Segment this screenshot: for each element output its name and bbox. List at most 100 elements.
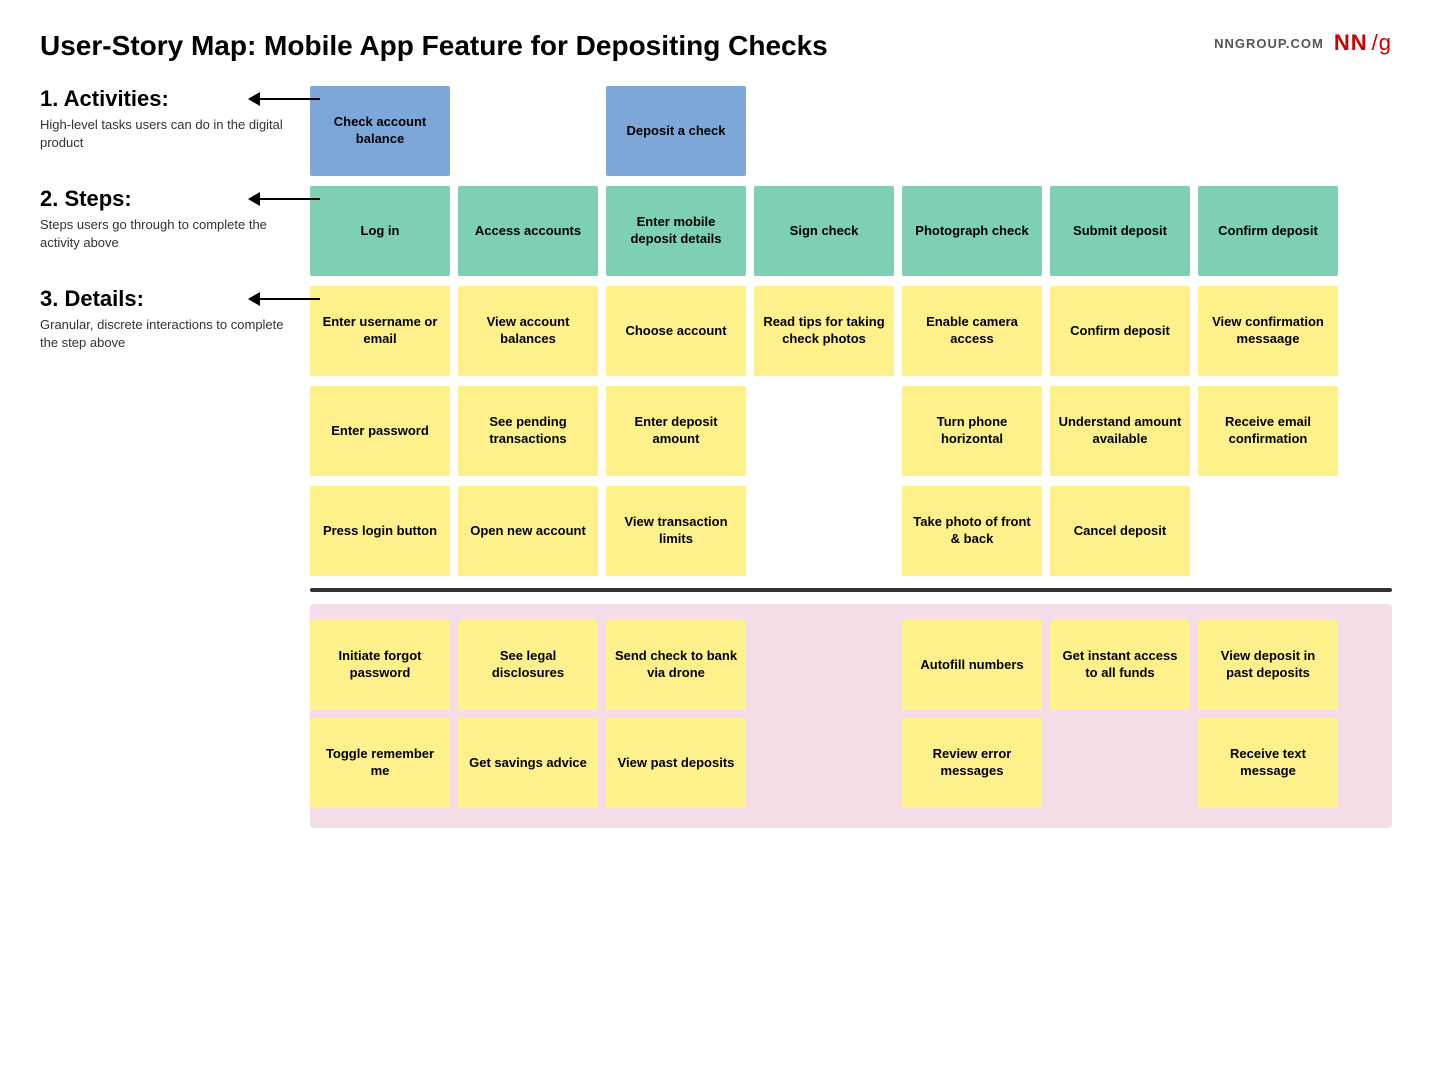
- p1-col-5: [1050, 718, 1190, 808]
- brand-site: NNGROUP.COM: [1214, 36, 1324, 51]
- card-autofill-numbers: Autofill numbers: [902, 620, 1042, 710]
- col-4: [902, 86, 1042, 176]
- activities-row: 1. Activities: High-level tasks users ca…: [40, 86, 1392, 176]
- card-toggle-remember: Toggle remember me: [310, 718, 450, 808]
- col-6: [1198, 86, 1338, 176]
- card-get-savings: Get savings advice: [458, 718, 598, 808]
- step-col-3: Sign check: [754, 186, 894, 276]
- page-header: User-Story Map: Mobile App Feature for D…: [40, 30, 1392, 62]
- p1-col-2: View past deposits: [606, 718, 746, 808]
- step-col-4: Photograph check: [902, 186, 1042, 276]
- step-col-5: Submit deposit: [1050, 186, 1190, 276]
- col-2: Deposit a check: [606, 86, 746, 176]
- brand-g: /g: [1372, 30, 1392, 56]
- d2-col-0: Press login button: [310, 486, 450, 576]
- brand-nn: NN: [1334, 30, 1368, 56]
- p1-col-3: [754, 718, 894, 808]
- card-view-transaction-limits: View transaction limits: [606, 486, 746, 576]
- p0-col-6: View deposit in past deposits: [1198, 620, 1338, 710]
- step-col-6: Confirm deposit: [1198, 186, 1338, 276]
- d2-col-6: [1198, 486, 1338, 576]
- card-enter-deposit-amount: Enter deposit amount: [606, 386, 746, 476]
- p0-col-0: Initiate forgot password: [310, 620, 450, 710]
- pink-section: Initiate forgot password See legal discl…: [310, 604, 1392, 828]
- page-title: User-Story Map: Mobile App Feature for D…: [40, 30, 828, 62]
- brand-logo: NNGROUP.COM NN /g: [1214, 30, 1392, 56]
- d1-col-6: Receive email confirmation: [1198, 386, 1338, 476]
- card-confirm-deposit-detail: Confirm deposit: [1050, 286, 1190, 376]
- details-arrow-line: [260, 298, 320, 301]
- p0-col-5: Get instant access to all funds: [1050, 620, 1190, 710]
- card-check-account-balance: Check account balance: [310, 86, 450, 176]
- detail-row-2-cards: Press login button Open new account View…: [310, 486, 1392, 576]
- card-enter-password: Enter password: [310, 386, 450, 476]
- card-get-instant-access: Get instant access to all funds: [1050, 620, 1190, 710]
- activities-desc: High-level tasks users can do in the dig…: [40, 116, 300, 152]
- detail-0-col-5: Confirm deposit: [1050, 286, 1190, 376]
- details-arrow: [249, 292, 320, 306]
- card-photograph-check: Photograph check: [902, 186, 1042, 276]
- detail-0-col-4: Enable camera access: [902, 286, 1042, 376]
- pink-row-2: Toggle remember me Get savings advice Vi…: [310, 714, 1384, 816]
- steps-label-area: 2. Steps: Steps users go through to comp…: [40, 186, 310, 252]
- card-see-legal: See legal disclosures: [458, 620, 598, 710]
- p1-col-1: Get savings advice: [458, 718, 598, 808]
- card-deposit-check: Deposit a check: [606, 86, 746, 176]
- details-label-area: 3. Details: Granular, discrete interacti…: [40, 286, 310, 352]
- steps-desc: Steps users go through to complete the a…: [40, 216, 300, 252]
- card-sign-check: Sign check: [754, 186, 894, 276]
- pink-row-1: Initiate forgot password See legal discl…: [310, 616, 1384, 714]
- step-col-0: Log in: [310, 186, 450, 276]
- details-row: 3. Details: Granular, discrete interacti…: [40, 286, 1392, 376]
- card-access-accounts: Access accounts: [458, 186, 598, 276]
- step-col-1: Access accounts: [458, 186, 598, 276]
- card-understand-amount: Understand amount available: [1050, 386, 1190, 476]
- steps-cards: Log in Access accounts Enter mobile depo…: [310, 186, 1392, 276]
- d2-col-5: Cancel deposit: [1050, 486, 1190, 576]
- activities-cards: Check account balance Deposit a check: [310, 86, 1392, 176]
- col-0: Check account balance: [310, 86, 450, 176]
- step-col-2: Enter mobile deposit details: [606, 186, 746, 276]
- card-turn-phone: Turn phone horizontal: [902, 386, 1042, 476]
- card-view-deposit-past: View deposit in past deposits: [1198, 620, 1338, 710]
- card-view-account-balances: View account balances: [458, 286, 598, 376]
- detail-0-col-3: Read tips for taking check photos: [754, 286, 894, 376]
- detail-row-2: Press login button Open new account View…: [40, 486, 1392, 576]
- card-view-past-deposits: View past deposits: [606, 718, 746, 808]
- card-cancel-deposit: Cancel deposit: [1050, 486, 1190, 576]
- card-receive-text: Receive text message: [1198, 718, 1338, 808]
- card-choose-account: Choose account: [606, 286, 746, 376]
- p1-col-4: Review error messages: [902, 718, 1042, 808]
- detail-0-col-6: View confirmation messaage: [1198, 286, 1338, 376]
- col-5: [1050, 86, 1190, 176]
- card-open-new-account: Open new account: [458, 486, 598, 576]
- section-divider: [310, 588, 1392, 592]
- steps-arrow-head-icon: [248, 192, 260, 206]
- card-press-login: Press login button: [310, 486, 450, 576]
- detail-0-col-1: View account balances: [458, 286, 598, 376]
- card-submit-deposit: Submit deposit: [1050, 186, 1190, 276]
- card-enter-mobile-deposit: Enter mobile deposit details: [606, 186, 746, 276]
- card-initiate-forgot: Initiate forgot password: [310, 620, 450, 710]
- arrow-line: [260, 98, 320, 101]
- d1-col-4: Turn phone horizontal: [902, 386, 1042, 476]
- d1-col-5: Understand amount available: [1050, 386, 1190, 476]
- p0-col-2: Send check to bank via drone: [606, 620, 746, 710]
- steps-row: 2. Steps: Steps users go through to comp…: [40, 186, 1392, 276]
- card-take-photo: Take photo of front & back: [902, 486, 1042, 576]
- card-send-check-drone: Send check to bank via drone: [606, 620, 746, 710]
- card-confirm-deposit: Confirm deposit: [1198, 186, 1338, 276]
- p1-col-0: Toggle remember me: [310, 718, 450, 808]
- activities-label-area: 1. Activities: High-level tasks users ca…: [40, 86, 310, 152]
- d1-col-3: [754, 386, 894, 476]
- d2-col-1: Open new account: [458, 486, 598, 576]
- activities-arrow: [249, 92, 320, 106]
- d2-col-4: Take photo of front & back: [902, 486, 1042, 576]
- card-see-pending: See pending transactions: [458, 386, 598, 476]
- detail-0-col-0: Enter username or email: [310, 286, 450, 376]
- p0-col-4: Autofill numbers: [902, 620, 1042, 710]
- p0-col-1: See legal disclosures: [458, 620, 598, 710]
- steps-arrow-line: [260, 198, 320, 201]
- card-view-confirmation: View confirmation messaage: [1198, 286, 1338, 376]
- details-desc: Granular, discrete interactions to compl…: [40, 316, 300, 352]
